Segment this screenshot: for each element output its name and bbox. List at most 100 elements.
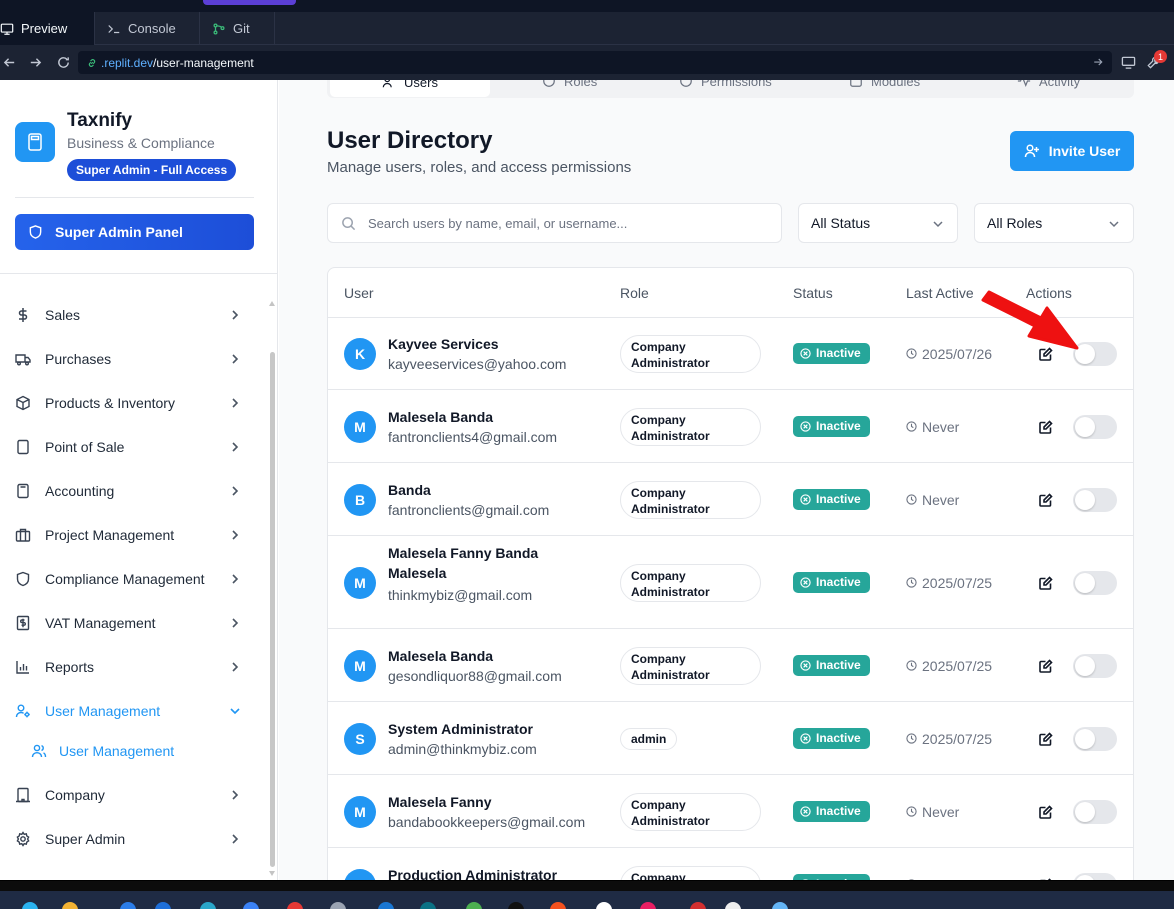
chevron-right-icon [232,310,239,320]
active-toggle[interactable] [1073,799,1117,824]
active-toggle[interactable] [1073,570,1117,595]
app-icon[interactable] [330,902,346,909]
super-admin-panel-button[interactable]: Super Admin Panel [15,214,254,250]
chevron-right-icon [232,790,239,800]
tablet-icon [15,439,31,455]
user-email: admin@thinkmybiz.com [388,740,537,757]
sidebar-item-label: Project Management [45,527,175,543]
tab-modules[interactable]: Modules [849,80,920,96]
avatar: M [344,566,376,599]
brand-logo [15,122,55,162]
sidebar-item-super-admin[interactable]: Super Admin [15,824,250,854]
edit-icon[interactable] [1038,575,1054,591]
user-email: kayveeservices@yahoo.com [388,355,567,372]
tab-permissions[interactable]: Permissions [679,80,772,96]
tab-git[interactable]: Git [200,12,275,45]
status-filter-select[interactable]: All Status [798,203,958,243]
active-toggle[interactable] [1073,653,1117,678]
tab-activity[interactable]: Activity [1017,80,1080,96]
chevron-right-icon [232,442,239,452]
tab-preview[interactable]: Preview [0,12,95,45]
app-icon[interactable] [378,902,394,909]
edit-icon[interactable] [1038,419,1054,435]
edit-icon[interactable] [1038,731,1054,747]
page-title: User Directory [327,127,493,154]
sidebar-item-label: Point of Sale [45,439,125,455]
search-input[interactable] [368,204,773,242]
app-icon[interactable] [200,902,216,909]
status-label: Inactive [816,804,861,818]
calculator-icon [15,483,31,499]
active-toggle[interactable] [1073,414,1117,439]
calendar-icon[interactable] [725,902,741,909]
tab-users[interactable]: Users [330,80,490,97]
app-icon[interactable] [22,902,38,909]
avatar: M [344,649,376,682]
column-header-user: User [344,285,374,301]
scroll-down-arrow[interactable] [269,871,275,876]
tab-console[interactable]: Console [95,12,200,45]
status-badge: Inactive [793,800,870,822]
search-icon [342,217,356,231]
active-toggle[interactable] [1073,726,1117,751]
clock-icon [906,806,917,817]
sidebar-item-label: VAT Management [45,615,156,631]
invite-user-button[interactable]: Invite User [1010,131,1134,171]
app-icon[interactable] [120,902,136,909]
back-button[interactable] [0,53,18,71]
role-filter-select[interactable]: All Roles [974,203,1134,243]
last-active-value: Never [922,491,960,508]
app-icon[interactable] [550,902,566,909]
sidebar-item-point-of-sale[interactable]: Point of Sale [15,432,250,462]
last-active-value: Never [922,418,960,435]
table-row: M Malesela Fanny Banda Malesela thinkmybiz… [328,536,1133,629]
sidebar-item-sales[interactable]: Sales [15,300,250,330]
sidebar-subitem-user-management[interactable]: User Management [31,736,174,766]
folder-icon[interactable] [62,902,78,909]
sidebar-item-label: Reports [45,659,95,675]
sidebar-scrollbar[interactable] [270,352,275,867]
last-active: Never [906,492,959,508]
tab-modules-label: Modules [871,80,921,89]
edit-icon[interactable] [1038,658,1054,674]
scroll-up-arrow[interactable] [269,301,275,306]
chevron-right-icon [232,354,239,364]
forward-button[interactable] [26,53,44,71]
sidebar-item-project-management[interactable]: Project Management [15,520,250,550]
app-icon[interactable] [596,902,612,909]
sidebar-item-products-inventory[interactable]: Products & Inventory [15,388,250,418]
reload-button[interactable] [54,53,72,71]
sidebar-item-user-management[interactable]: User Management [15,696,250,726]
x-circle-icon [800,805,811,817]
toggle-knob [1075,489,1095,510]
tab-roles[interactable]: Roles [542,80,597,96]
url-field[interactable]: .replit.dev/user-management [78,51,1112,74]
sidebar-item-reports[interactable]: Reports [15,652,250,682]
edit-icon[interactable] [1038,804,1054,820]
sidebar-item-company[interactable]: Company [15,780,250,810]
active-toggle[interactable] [1073,487,1117,512]
status-badge: Inactive [793,727,870,749]
app-icon[interactable] [243,902,259,909]
app-icon[interactable] [772,902,788,909]
app-icon[interactable] [155,902,171,909]
edit-icon[interactable] [1038,492,1054,508]
devices-icon[interactable] [1121,55,1136,70]
app-icon[interactable] [640,902,656,909]
app-icon[interactable] [690,902,706,909]
status-badge: Inactive [793,342,870,364]
sidebar-item-vat-management[interactable]: VAT Management [15,608,250,638]
sidebar-item-compliance-management[interactable]: Compliance Management [15,564,250,594]
user-name: Production Administrator [388,866,558,881]
app-icon[interactable] [287,902,303,909]
active-toggle[interactable] [1073,872,1117,880]
arrow-right-small-icon[interactable] [1092,56,1104,68]
app-icon[interactable] [508,902,524,909]
sidebar-item-accounting[interactable]: Accounting [15,476,250,506]
sidebar-item-purchases[interactable]: Purchases [15,344,250,374]
app-icon[interactable] [466,902,482,909]
app-icon[interactable] [420,902,436,909]
tab-permissions-label: Permissions [701,80,772,89]
user-name: Kayvee Services [388,335,499,352]
key-icon [680,80,692,87]
